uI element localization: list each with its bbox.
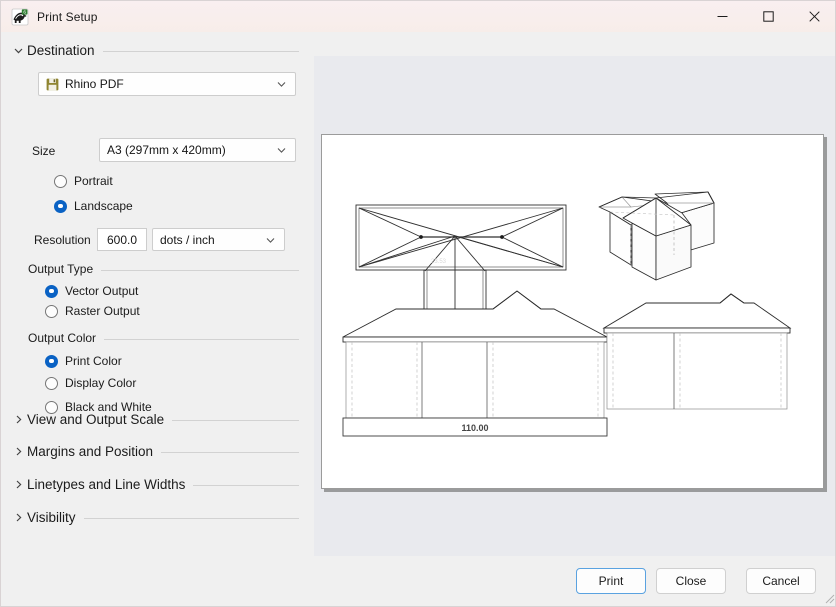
subsection-output-color: Output Color — [28, 330, 299, 346]
close-icon[interactable] — [791, 1, 835, 32]
front-elevation — [342, 290, 608, 437]
section-destination[interactable]: Destination — [11, 41, 299, 59]
orientation-portrait-radio[interactable]: Portrait — [54, 172, 113, 190]
dialog-footer: Print Close Cancel — [1, 556, 835, 606]
radio-unchecked-icon — [45, 376, 58, 390]
chevron-down-icon — [11, 43, 25, 57]
output-color-print-radio[interactable]: Print Color — [45, 352, 122, 370]
cancel-button-label: Cancel — [762, 574, 800, 588]
resize-grip-icon[interactable] — [822, 591, 835, 604]
preview-paper: 23.53 110.00 — [321, 134, 824, 489]
print-button[interactable]: Print — [576, 568, 646, 594]
output-type-raster-radio[interactable]: Raster Output — [45, 302, 140, 320]
output-type-vector-label: Vector Output — [65, 284, 139, 298]
radio-checked-icon — [54, 199, 67, 213]
settings-panel: Destination Rhino PDF Size A3 (297mm x 4… — [1, 32, 313, 606]
print-preview-pane[interactable]: 23.53 110.00 — [314, 56, 835, 558]
maximize-icon[interactable] — [745, 1, 791, 32]
section-linetypes-and-line-widths[interactable]: Linetypes and Line Widths — [11, 475, 299, 493]
subsection-output-color-label: Output Color — [28, 331, 97, 345]
resolution-unit-value: dots / inch — [160, 232, 215, 247]
section-margins-and-position[interactable]: Margins and Position — [11, 442, 299, 460]
section-rule — [161, 451, 299, 453]
svg-text:6: 6 — [23, 9, 26, 14]
print-button-label: Print — [598, 574, 624, 588]
section-margins-and-position-label: Margins and Position — [27, 443, 154, 459]
radio-checked-icon — [45, 354, 58, 368]
output-color-display-radio[interactable]: Display Color — [45, 374, 136, 392]
section-rule — [172, 419, 299, 421]
output-type-raster-label: Raster Output — [65, 304, 140, 318]
title-bar: 6 Print Setup — [1, 1, 835, 32]
save-disk-icon — [46, 78, 59, 91]
section-rule — [101, 269, 299, 271]
section-rule — [193, 484, 299, 486]
resolution-unit-select[interactable]: dots / inch — [152, 228, 285, 251]
radio-unchecked-icon — [54, 174, 67, 188]
chevron-right-icon — [11, 444, 25, 458]
window-title: Print Setup — [37, 9, 98, 24]
plan-faint-note: 23.53 — [431, 259, 447, 265]
section-visibility[interactable]: Visibility — [11, 508, 299, 526]
chevron-right-icon — [11, 477, 25, 491]
chevron-right-icon — [11, 510, 25, 524]
paper-size-value: A3 (297mm x 420mm) — [107, 143, 226, 157]
orientation-portrait-label: Portrait — [74, 174, 113, 188]
close-button-label: Close — [675, 574, 707, 588]
section-view-and-output-scale-label: View and Output Scale — [27, 411, 165, 427]
section-rule — [83, 517, 299, 519]
subsection-output-type: Output Type — [28, 261, 299, 277]
side-elevation — [602, 293, 792, 410]
resolution-label: Resolution — [34, 233, 91, 247]
printer-select-value: Rhino PDF — [65, 77, 124, 91]
section-view-and-output-scale[interactable]: View and Output Scale — [11, 410, 299, 428]
perspective-view — [598, 191, 715, 281]
dimension-label: 110.00 — [461, 423, 488, 433]
orientation-landscape-label: Landscape — [74, 199, 133, 213]
window-controls — [699, 1, 835, 32]
output-type-vector-radio[interactable]: Vector Output — [45, 282, 138, 300]
section-linetypes-and-line-widths-label: Linetypes and Line Widths — [27, 476, 186, 492]
radio-unchecked-icon — [45, 304, 58, 318]
cancel-button[interactable]: Cancel — [746, 568, 816, 594]
section-rule — [104, 338, 299, 340]
size-label: Size — [32, 144, 56, 158]
chevron-right-icon — [11, 412, 25, 426]
output-color-print-label: Print Color — [65, 354, 122, 368]
chevron-down-icon — [276, 79, 287, 90]
close-button[interactable]: Close — [656, 568, 726, 594]
subsection-output-type-label: Output Type — [28, 262, 94, 276]
print-setup-window: 6 Print Setup Destination Rhino PDF Size… — [0, 0, 836, 607]
paper-size-select[interactable]: A3 (297mm x 420mm) — [99, 138, 296, 162]
section-visibility-label: Visibility — [27, 509, 76, 525]
minimize-icon[interactable] — [699, 1, 745, 32]
printer-select[interactable]: Rhino PDF — [38, 72, 296, 96]
resolution-value: 600.0 — [106, 232, 138, 247]
orientation-landscape-radio[interactable]: Landscape — [54, 197, 133, 215]
section-rule — [102, 50, 299, 52]
chevron-down-icon — [265, 234, 276, 245]
section-destination-label: Destination — [27, 42, 95, 58]
radio-checked-icon — [45, 284, 58, 298]
chevron-down-icon — [276, 145, 287, 156]
rhino-icon: 6 — [11, 8, 29, 26]
resolution-input[interactable]: 600.0 — [97, 228, 147, 251]
output-color-display-label: Display Color — [65, 376, 137, 390]
preview-drawings: 23.53 110.00 — [342, 191, 792, 437]
